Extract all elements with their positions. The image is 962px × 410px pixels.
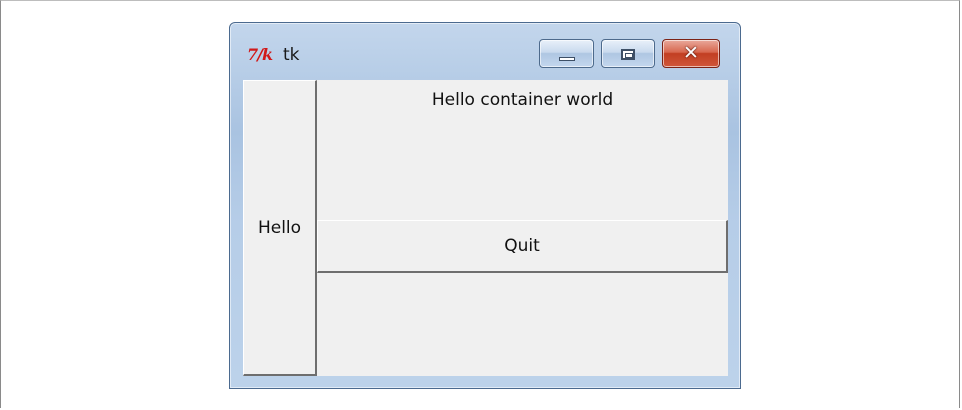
quit-button[interactable]: Quit — [317, 220, 728, 273]
hello-button-label: Hello — [257, 217, 302, 238]
quit-button-label: Quit — [504, 236, 540, 256]
message-label: Hello container world — [431, 90, 614, 110]
tk-window: 7/k tk ✕ Hello Hello container world Qui… — [229, 22, 741, 389]
close-icon: ✕ — [683, 42, 699, 64]
hello-button[interactable]: Hello — [243, 80, 317, 376]
maximize-button[interactable] — [601, 39, 655, 68]
minimize-button[interactable] — [539, 39, 594, 68]
close-button[interactable]: ✕ — [662, 39, 720, 68]
window-client-area: Hello Hello container world Quit — [243, 80, 728, 376]
window-title: tk — [283, 45, 300, 65]
tk-logo-icon: 7/k — [247, 45, 273, 64]
minimize-icon — [558, 57, 575, 61]
maximize-icon — [621, 49, 635, 60]
title-bar[interactable]: 7/k tk ✕ — [230, 23, 740, 80]
